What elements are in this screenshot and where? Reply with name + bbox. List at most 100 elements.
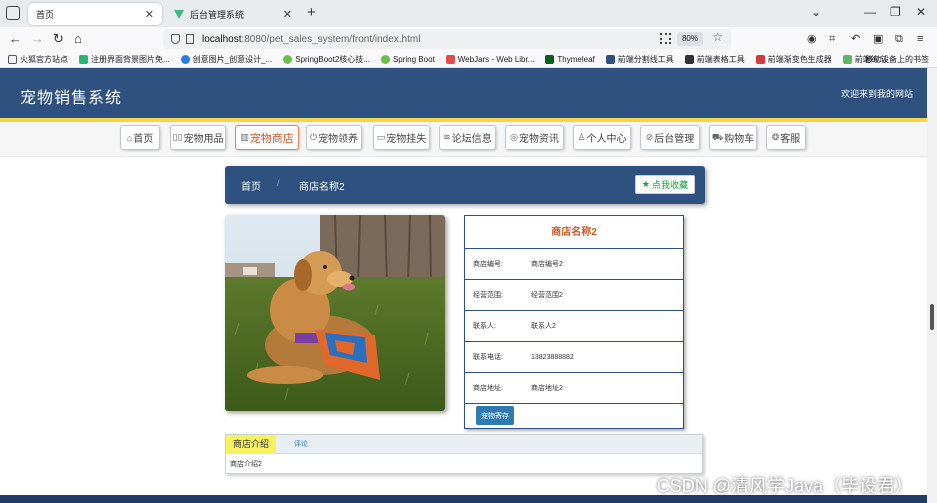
bookmark-icon xyxy=(605,54,615,64)
menu-item-label: 宠物商店 xyxy=(249,132,294,145)
menu-item-label: 首页 xyxy=(133,134,154,145)
link-icon: ⊘ xyxy=(645,132,654,142)
close-tab-icon[interactable]: ✕ xyxy=(145,8,154,21)
power-icon: ⏻ xyxy=(309,132,318,142)
new-tab-icon[interactable]: + xyxy=(307,4,316,21)
store-info-panel: 商店名称2 商店编号: 商店编号2 经营范围: 经营范围2 联系人: 联系人2 … xyxy=(464,215,684,429)
thymeleaf-icon xyxy=(545,54,555,64)
qr-code-icon[interactable] xyxy=(660,33,671,44)
zoom-level[interactable]: 80% xyxy=(676,32,703,46)
breadcrumb-home[interactable]: 首页 xyxy=(241,178,261,193)
menu-item-label: 宠物资讯 xyxy=(518,134,559,145)
bookmark-icon xyxy=(180,54,190,64)
breadcrumb-current: 商店名称2 xyxy=(299,182,345,193)
shield-icon xyxy=(171,34,180,44)
browser-tab-inactive[interactable]: 后台管理系统 ✕ xyxy=(166,3,300,25)
bookmarks-toolbar: 火狐官方站点 注册界面背景图片免... 创意图片_创意设计_... Spring… xyxy=(0,51,937,68)
menu-item-10[interactable]: ❂ 客服 xyxy=(766,125,806,150)
service-icon: ❂ xyxy=(771,132,780,142)
browser-tab-active[interactable]: 首页 ✕ xyxy=(28,3,162,81)
mobile-bookmarks[interactable]: 移动设备上的书签 xyxy=(865,54,929,65)
bookmark-item[interactable]: Spring Boot xyxy=(380,54,435,64)
undo-icon[interactable]: ↶ xyxy=(851,31,860,47)
restore-icon[interactable]: ❐ xyxy=(890,5,901,19)
menu-item-4[interactable]: ▭ 宠物挂失 xyxy=(373,125,430,150)
menu-item-label: 宠物用品 xyxy=(183,134,224,145)
menu-item-8[interactable]: ⊘ 后台管理 xyxy=(640,125,700,150)
news-icon: ◎ xyxy=(510,132,518,142)
menu-item-label: 购物车 xyxy=(724,134,755,145)
menu-item-6[interactable]: ◎ 宠物资讯 xyxy=(505,125,564,150)
bookmark-icon xyxy=(79,54,88,64)
spring-icon xyxy=(380,54,390,64)
bookmark-star-icon[interactable]: ☆ xyxy=(712,30,723,44)
extension-icon[interactable]: ◉ xyxy=(807,31,817,47)
menu-item-2[interactable]: ▥ 宠物商店 xyxy=(235,125,299,150)
row-value: 联系人2 xyxy=(531,323,556,330)
forum-icon: ≋ xyxy=(443,132,451,142)
bookmark-item[interactable]: 前端表格工具 xyxy=(684,54,745,65)
bookmark-item[interactable]: 火狐官方站点 xyxy=(8,54,68,65)
url-host: localhost xyxy=(202,33,242,45)
url-path: :8080/pet_sales_system/front/index.html xyxy=(241,33,421,45)
goods-icon: ▯▯ xyxy=(172,132,183,142)
store-info-row: 经营范围: 经营范围2 xyxy=(465,280,683,311)
screenshot-icon[interactable]: ⌗ xyxy=(829,31,835,47)
menu-item-label: 个人中心 xyxy=(586,134,627,145)
bookmark-item[interactable]: 注册界面背景图片免... xyxy=(79,54,170,65)
bookmark-item[interactable]: Thymeleaf xyxy=(545,54,595,64)
tab-store-intro[interactable]: 商店介绍 xyxy=(226,435,276,454)
menu-item-7[interactable]: ♙ 个人中心 xyxy=(573,125,631,150)
browser-tab-bar: 首页 ✕ 后台管理系统 ✕ + ⌄ — ❐ ✕ xyxy=(0,0,937,81)
store-intro-content: 商店介绍2 xyxy=(230,461,262,468)
site-header: 宠物销售系统 欢迎来到我的网站 xyxy=(0,68,927,118)
breadcrumb: 首页 / 商店名称2 ★ 点我收藏 xyxy=(225,166,705,204)
url-bar[interactable]: localhost :8080/pet_sales_system/front/i… xyxy=(163,29,731,49)
bookmark-item[interactable]: 创意图片_创意设计_... xyxy=(180,54,272,65)
bookmark-item[interactable]: 前端渐变色生成器 xyxy=(755,54,832,65)
tab-list-icon[interactable] xyxy=(6,6,20,20)
pet-boarding-button[interactable]: 宠物寄存 xyxy=(476,406,514,425)
row-value: 经营范围2 xyxy=(531,292,563,299)
reload-icon[interactable]: ↻ xyxy=(53,31,64,47)
container-icon[interactable]: ▣ xyxy=(873,31,883,47)
bookmark-item[interactable]: 前端分割线工具 xyxy=(605,54,674,65)
store-info-row: 联系人: 联系人2 xyxy=(465,311,683,342)
minimize-icon[interactable]: — xyxy=(864,5,876,19)
welcome-text: 欢迎来到我的网站 xyxy=(840,89,913,99)
scroll-thumb[interactable] xyxy=(930,304,934,330)
menu-item-1[interactable]: ▯▯ 宠物用品 xyxy=(170,125,226,150)
tab-overflow-chevron-icon[interactable]: ⌄ xyxy=(811,5,821,19)
bookmark-icon xyxy=(755,54,765,64)
close-tab-icon[interactable]: ✕ xyxy=(283,8,292,21)
row-label: 联系人: xyxy=(473,323,496,330)
row-label: 商店地址: xyxy=(473,385,503,392)
bookmark-item[interactable]: SpringBoot2核心技... xyxy=(283,54,370,65)
back-icon[interactable]: ← xyxy=(9,31,22,47)
card-icon: ▭ xyxy=(376,132,386,142)
user-icon: ♙ xyxy=(577,132,586,142)
favorite-button[interactable]: ★ 点我收藏 xyxy=(634,175,695,194)
extensions-puzzle-icon[interactable]: ⧉ xyxy=(895,31,903,47)
store-info-row: 联系电话: 13823888882 xyxy=(465,342,683,373)
page-viewport: 宠物销售系统 欢迎来到我的网站 ⌂ 首页 ▯▯ 宠物用品 ▥ 宠物商店 ⏻ 宠物领养 ▭ 宠物挂失… xyxy=(0,68,927,503)
menu-icon[interactable]: ≡ xyxy=(917,31,923,47)
detail-tabs-box: 商店介绍 评论 商店介绍2 xyxy=(225,434,703,474)
menu-item-0[interactable]: ⌂ 首页 xyxy=(120,125,160,150)
vue-favicon-icon xyxy=(174,9,184,19)
bookmark-item[interactable]: WebJars - Web Libr... xyxy=(445,54,534,64)
menu-item-3[interactable]: ⏻ 宠物领养 xyxy=(306,125,362,150)
menu-item-5[interactable]: ≋ 论坛信息 xyxy=(439,125,496,150)
page-scrollbar[interactable] xyxy=(927,68,937,503)
page-info-icon xyxy=(186,34,194,44)
close-window-icon[interactable]: ✕ xyxy=(916,5,926,19)
cart-icon: ⛟ xyxy=(711,131,724,142)
tab-title: 后台管理系统 xyxy=(190,9,245,20)
menu-item-9[interactable]: ⛟ 购物车 xyxy=(709,125,757,150)
forward-icon[interactable]: → xyxy=(31,31,44,47)
menu-item-label: 宠物领养 xyxy=(318,134,359,145)
tab-comments[interactable]: 评论 xyxy=(294,435,308,454)
home-icon[interactable]: ⌂ xyxy=(74,31,82,47)
store-info-row: 商店地址: 商店地址2 xyxy=(465,373,683,404)
menu-item-label: 论坛信息 xyxy=(451,134,492,145)
